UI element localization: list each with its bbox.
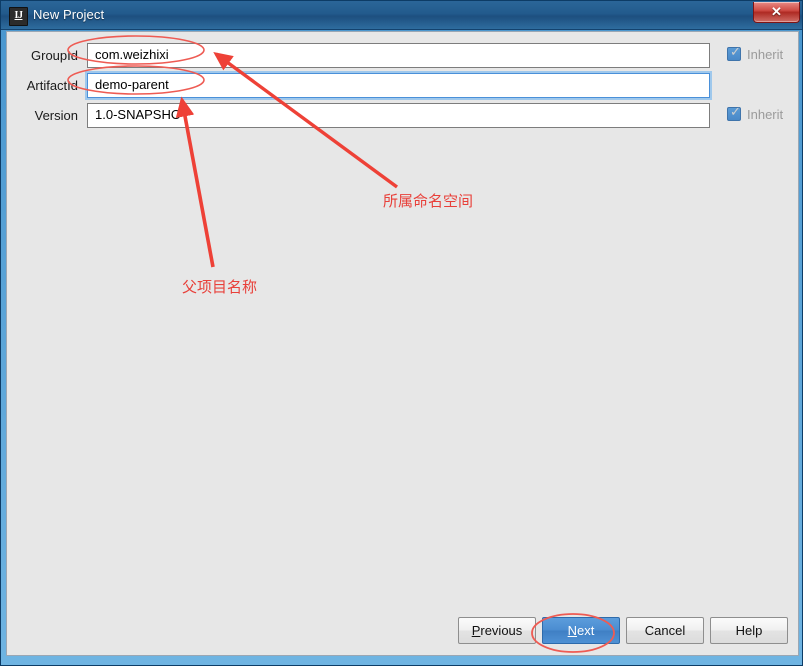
next-mnemonic: N xyxy=(567,623,578,638)
dialog-content: GroupId com.weizhixi ✓ Inherit ArtifactI… xyxy=(6,31,799,656)
artifactid-label: ArtifactId xyxy=(26,78,78,93)
check-icon: ✓ xyxy=(730,45,741,60)
groupid-inherit-label: Inherit xyxy=(747,47,784,62)
version-inherit-label: Inherit xyxy=(747,107,784,122)
help-button[interactable]: Help xyxy=(710,617,788,644)
version-inherit-checkbox[interactable]: ✓ xyxy=(727,105,741,121)
form-row-artifactid: ArtifactId demo-parent xyxy=(7,73,798,101)
previous-button[interactable]: Previous xyxy=(458,617,536,644)
cancel-button[interactable]: Cancel xyxy=(626,617,704,644)
next-label: ext xyxy=(577,623,595,638)
groupid-inherit-group: ✓ Inherit xyxy=(727,45,802,66)
title-bar[interactable]: IJ New Project ✕ xyxy=(1,1,802,30)
close-icon: ✕ xyxy=(771,4,782,19)
window-title: New Project xyxy=(33,7,105,22)
next-button[interactable]: Next xyxy=(542,617,620,644)
close-button[interactable]: ✕ xyxy=(753,2,800,23)
form-row-version: Version 1.0-SNAPSHOT ✓ Inherit xyxy=(7,103,798,131)
previous-label: revious xyxy=(480,623,523,638)
intellij-idea-icon: IJ xyxy=(9,7,28,26)
check-icon: ✓ xyxy=(730,105,741,120)
version-field[interactable]: 1.0-SNAPSHOT xyxy=(87,103,710,128)
artifactid-field[interactable]: demo-parent xyxy=(87,73,710,98)
dialog-button-bar: Previous Next Cancel Help xyxy=(7,617,798,647)
dialog-window: IJ New Project ✕ GroupId com.weizhixi ✓ … xyxy=(0,0,803,666)
groupid-field[interactable]: com.weizhixi xyxy=(87,43,710,68)
version-label: Version xyxy=(34,108,78,123)
groupid-inherit-checkbox[interactable]: ✓ xyxy=(727,45,741,61)
groupid-label: GroupId xyxy=(31,48,78,63)
version-inherit-group: ✓ Inherit xyxy=(727,105,802,126)
form-row-groupid: GroupId com.weizhixi ✓ Inherit xyxy=(7,43,798,71)
